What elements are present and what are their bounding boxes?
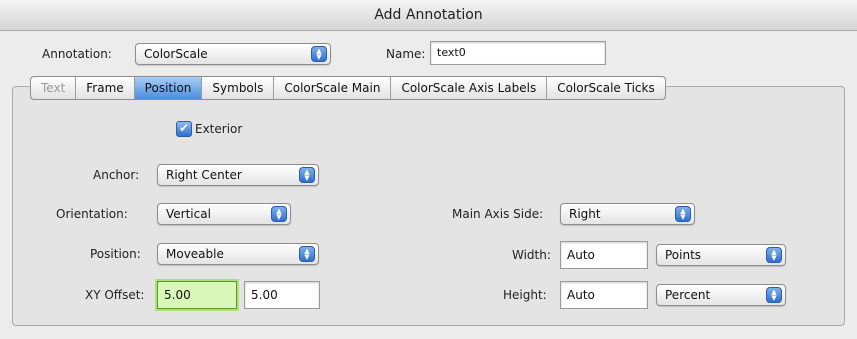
position-label: Position:: [90, 247, 141, 261]
updown-arrows-icon: ▲ ▼: [675, 206, 691, 222]
window-title: Add Annotation: [0, 0, 857, 31]
width-units-value: Points: [665, 248, 702, 262]
position-select-value: Moveable: [166, 247, 224, 261]
height-units-select[interactable]: Percent ▲ ▼: [656, 284, 786, 306]
checkmark-icon: ✔: [178, 121, 190, 135]
annotation-select[interactable]: ColorScale ▲ ▼: [135, 43, 331, 65]
updown-arrows-icon: ▲ ▼: [311, 46, 327, 62]
xy-offset-label: XY Offset:: [85, 288, 145, 302]
annotation-select-value: ColorScale: [144, 47, 208, 61]
position-select[interactable]: Moveable ▲ ▼: [157, 243, 319, 265]
anchor-label: Anchor:: [93, 168, 140, 182]
width-label: Width:: [512, 248, 551, 262]
height-label: Height:: [503, 288, 547, 302]
height-units-value: Percent: [665, 288, 711, 302]
tab-colorscale-main[interactable]: ColorScale Main: [274, 77, 392, 99]
height-input[interactable]: Auto: [560, 281, 648, 309]
main-axis-side-select[interactable]: Right ▲ ▼: [560, 203, 695, 225]
annotation-label: Annotation:: [42, 47, 112, 61]
tab-position[interactable]: Position: [134, 77, 203, 99]
tab-colorscale-axis-labels[interactable]: ColorScale Axis Labels: [391, 77, 548, 99]
exterior-label: Exterior: [195, 122, 243, 136]
width-input[interactable]: Auto: [560, 241, 648, 269]
updown-arrows-icon: ▲ ▼: [299, 167, 315, 183]
tab-bar: Text Frame Position Symbols ColorScale M…: [30, 76, 666, 100]
anchor-select-value: Right Center: [166, 168, 242, 182]
main-axis-side-label: Main Axis Side:: [452, 207, 544, 221]
y-offset-input[interactable]: 5.00: [244, 281, 320, 309]
name-label: Name:: [386, 47, 426, 61]
main-axis-side-select-value: Right: [569, 207, 601, 221]
orientation-select[interactable]: Vertical ▲ ▼: [157, 203, 291, 225]
tab-text[interactable]: Text: [31, 77, 77, 99]
tab-frame[interactable]: Frame: [76, 77, 135, 99]
width-units-select[interactable]: Points ▲ ▼: [656, 244, 786, 266]
tab-colorscale-ticks[interactable]: ColorScale Ticks: [547, 77, 665, 99]
updown-arrows-icon: ▲ ▼: [766, 287, 782, 303]
updown-arrows-icon: ▲ ▼: [271, 206, 287, 222]
tab-symbols[interactable]: Symbols: [202, 77, 275, 99]
anchor-select[interactable]: Right Center ▲ ▼: [157, 164, 319, 186]
orientation-label: Orientation:: [56, 207, 128, 221]
exterior-checkbox[interactable]: ✔: [176, 121, 192, 137]
name-input[interactable]: text0: [430, 41, 606, 65]
updown-arrows-icon: ▲ ▼: [299, 246, 315, 262]
orientation-select-value: Vertical: [166, 207, 211, 221]
x-offset-input[interactable]: 5.00: [157, 281, 237, 309]
updown-arrows-icon: ▲ ▼: [766, 247, 782, 263]
